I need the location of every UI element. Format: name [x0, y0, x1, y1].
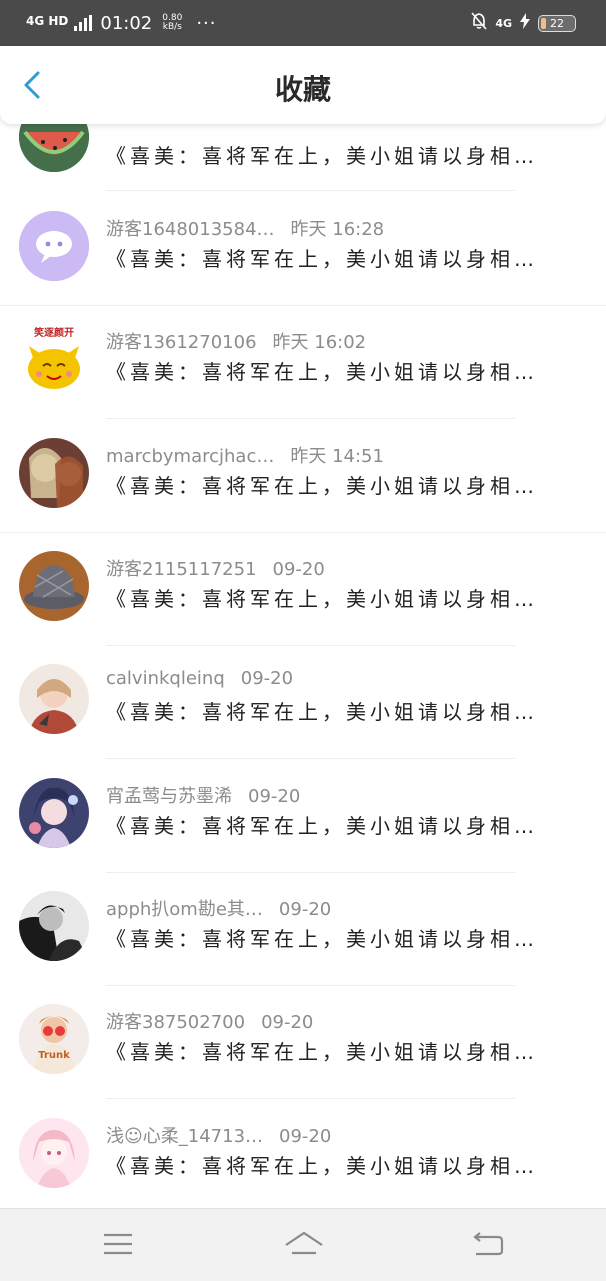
item-meta: 宵孟莺与苏墨浠 09-20: [106, 782, 300, 808]
item-description: 《喜美：喜将军在上，美小姐请以身相…: [106, 587, 538, 611]
list-item[interactable]: marcbymarcjhac… 昨天 14:51 《喜美：喜将军在上，美小姐请以身…: [0, 420, 606, 533]
divider: [106, 1098, 516, 1099]
home-icon: [285, 1231, 323, 1255]
username: 游客387502700: [106, 1012, 246, 1033]
avatar-label: Trunk: [38, 1050, 70, 1061]
item-meta: apph扒om勘e其… 09-20: [106, 895, 331, 921]
item-meta: 游客1648013584… 昨天 16:28: [106, 215, 384, 241]
mobile-data-indicator: 4G: [495, 16, 512, 30]
clock: 01:02: [100, 12, 153, 34]
divider: [106, 418, 516, 419]
list-item[interactable]: apph扒om勘e其… 09-20 《喜美：喜将军在上，美小姐请以身相…: [0, 873, 606, 986]
system-nav-bar: [0, 1208, 606, 1281]
app-header: 收藏: [0, 46, 606, 124]
avatar: [19, 1118, 89, 1188]
username: calvinkqleinq: [106, 668, 225, 689]
divider: [106, 758, 516, 759]
item-meta: 浅☺心柔_14713… 09-20: [106, 1122, 331, 1148]
username: marcbymarcjhac…: [106, 446, 275, 467]
avatar: [19, 891, 89, 961]
username: apph扒om勘e其…: [106, 899, 263, 920]
status-bar: 4G HD 01:02 0.80 kB/s ··· 4G 22: [0, 0, 606, 46]
list-item[interactable]: calvinkqleinq 09-20 《喜美：喜将军在上，美小姐请以身相…: [0, 646, 606, 759]
list-item[interactable]: 笑逐颜开 游客1361270106 昨天 16:02 《喜美：喜将军在上，美小姐请…: [0, 306, 606, 419]
network-indicator: 4G HD: [26, 14, 69, 28]
home-button[interactable]: [282, 1227, 323, 1261]
back-icon: [473, 1232, 504, 1256]
list-item[interactable]: 宵孟莺与苏墨浠 09-20 《喜美：喜将军在上，美小姐请以身相…: [0, 760, 606, 873]
item-meta: 游客387502700 09-20: [106, 1008, 313, 1034]
avatar: Trunk: [19, 1004, 89, 1074]
username: 游客1648013584…: [106, 219, 275, 240]
username: 宵孟莺与苏墨浠: [106, 786, 232, 807]
timestamp: 09-20: [240, 668, 294, 689]
status-right: 4G 22: [471, 10, 576, 36]
signal-icon: [74, 15, 93, 31]
avatar: [19, 551, 89, 621]
username: 浅☺心柔_14713…: [106, 1126, 264, 1147]
item-description: 《喜美：喜将军在上，美小姐请以身相…: [106, 144, 538, 168]
item-meta: 游客2115117251 09-20: [106, 555, 325, 581]
network-speed: 0.80 kB/s: [162, 14, 182, 32]
avatar-label: 笑逐颜开: [34, 328, 74, 339]
divider: [106, 190, 516, 191]
list-item[interactable]: 浅☺心柔_14713… 09-20 《喜美：喜将军在上，美小姐请以身相…: [0, 1100, 606, 1213]
charging-icon: [520, 13, 530, 33]
battery-level: 22: [550, 16, 564, 30]
username: 游客2115117251: [106, 559, 257, 580]
timestamp: 09-20: [261, 1012, 314, 1033]
timestamp: 昨天 14:51: [290, 446, 384, 467]
list-item[interactable]: 游客1648013584… 昨天 16:28 《喜美：喜将军在上，美小姐请以身相…: [0, 193, 606, 306]
avatar: [19, 438, 89, 508]
item-description: 《喜美：喜将军在上，美小姐请以身相…: [106, 247, 538, 271]
more-notifications-icon: ···: [196, 12, 217, 34]
speed-unit: kB/s: [162, 22, 182, 32]
back-nav-button[interactable]: [468, 1227, 508, 1261]
battery-icon: 22: [538, 14, 576, 32]
list-item[interactable]: 游客2115117251 09-20 《喜美：喜将军在上，美小姐请以身相…: [0, 533, 606, 646]
item-description: 《喜美：喜将军在上，美小姐请以身相…: [106, 927, 538, 951]
timestamp: 09-20: [248, 786, 301, 807]
timestamp: 09-20: [279, 1126, 332, 1147]
status-left: 4G HD 01:02 0.80 kB/s ···: [26, 10, 216, 36]
timestamp: 09-20: [278, 899, 332, 920]
page-title: 收藏: [274, 73, 331, 106]
menu-button[interactable]: [98, 1227, 138, 1261]
avatar: [19, 778, 89, 848]
avatar: [19, 211, 89, 281]
item-description: 《喜美：喜将军在上，美小姐请以身相…: [106, 360, 538, 384]
mute-bell-icon: [471, 12, 487, 34]
item-meta: calvinkqleinq 09-20: [106, 668, 293, 689]
item-meta: 游客1361270106 昨天 16:02: [106, 328, 366, 354]
item-description: 《喜美：喜将军在上，美小姐请以身相…: [106, 1040, 538, 1064]
timestamp: 昨天 16:02: [272, 332, 367, 353]
item-description: 《喜美：喜将军在上，美小姐请以身相…: [106, 1154, 538, 1178]
timestamp: 昨天 16:28: [290, 219, 385, 240]
item-description: 《喜美：喜将军在上，美小姐请以身相…: [106, 474, 538, 498]
menu-icon: [104, 1233, 132, 1255]
username: 游客1361270106: [106, 332, 257, 353]
avatar: [19, 664, 89, 734]
timestamp: 09-20: [272, 559, 325, 580]
item-description: 《喜美：喜将军在上，美小姐请以身相…: [106, 700, 538, 724]
list-item[interactable]: Trunk 游客387502700 09-20 《喜美：喜将军在上，美小姐请以身相…: [0, 986, 606, 1099]
item-description: 《喜美：喜将军在上，美小姐请以身相…: [106, 814, 538, 838]
avatar: 笑逐颜开: [19, 324, 89, 394]
item-meta: marcbymarcjhac… 昨天 14:51: [106, 442, 384, 468]
